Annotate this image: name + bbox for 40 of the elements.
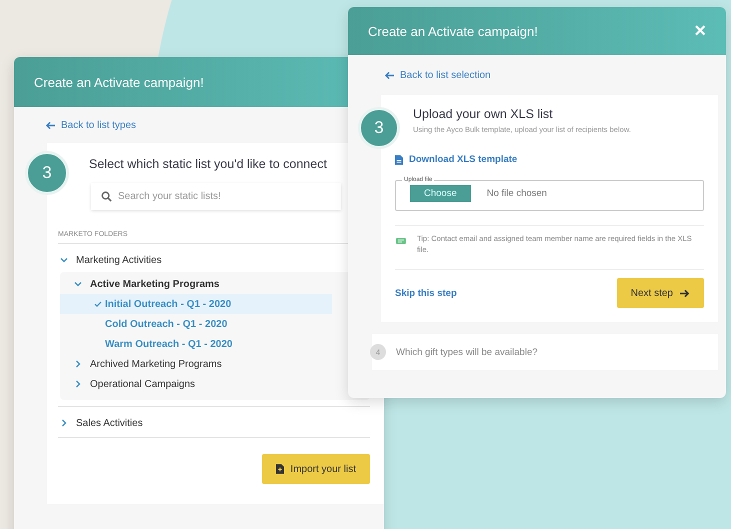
- choose-button[interactable]: Choose: [410, 185, 471, 202]
- search-field[interactable]: Search your static lists!: [91, 183, 341, 210]
- list-item[interactable]: Warm Outreach - Q1 - 2020: [60, 334, 332, 354]
- next-step-button[interactable]: Next step: [616, 278, 704, 308]
- folder-item[interactable]: Archived Marketing Programs: [60, 354, 332, 374]
- arrow-left-icon: [384, 71, 395, 80]
- collapsed-step[interactable]: 4 Which gift types will be available?: [372, 334, 718, 370]
- step-title: Select which static list you'd like to connect: [88, 157, 328, 171]
- chevron-icon: [74, 280, 82, 288]
- folder-item[interactable]: Marketing Activities: [58, 250, 330, 270]
- arrow-left-icon: [45, 121, 56, 130]
- import-button[interactable]: Import your list: [262, 454, 370, 484]
- list-item[interactable]: Cold Outreach - Q1 - 2020: [60, 314, 332, 334]
- back-link[interactable]: Back to list selection: [348, 68, 491, 82]
- step-number: 3: [358, 107, 400, 149]
- skip-link[interactable]: Skip this step: [395, 288, 457, 298]
- arrow-right-icon: [679, 288, 690, 298]
- search-icon: [101, 191, 112, 202]
- download-link[interactable]: Download XLS template: [395, 154, 704, 165]
- list-item[interactable]: Initial Outreach - Q1 - 2020: [60, 294, 332, 314]
- step-number: 3: [25, 151, 69, 195]
- document-icon: [276, 464, 284, 474]
- check-icon: [94, 300, 102, 308]
- chevron-icon: [60, 419, 68, 427]
- tip-icon: [395, 237, 407, 245]
- window-title: Create an Activate campaign!: [34, 74, 204, 90]
- back-link[interactable]: Back to list types: [14, 118, 136, 132]
- chevron-icon: [74, 360, 82, 368]
- folder-item[interactable]: Active Marketing Programs: [60, 274, 332, 294]
- step-title: Upload your own XLS list: [412, 107, 554, 121]
- file-name: No file chosen: [486, 188, 547, 199]
- folder-item[interactable]: Sales Activities: [58, 413, 330, 433]
- step-title: Which gift types will be available?: [396, 346, 538, 358]
- close-button[interactable]: ×: [694, 21, 706, 41]
- window-title: Create an Activate campaign!: [368, 24, 538, 38]
- chevron-icon: [60, 256, 68, 264]
- folder-item[interactable]: Operational Campaigns: [60, 374, 332, 394]
- step-number: 4: [370, 344, 386, 360]
- chevron-icon: [74, 380, 82, 388]
- document-icon: [395, 154, 403, 164]
